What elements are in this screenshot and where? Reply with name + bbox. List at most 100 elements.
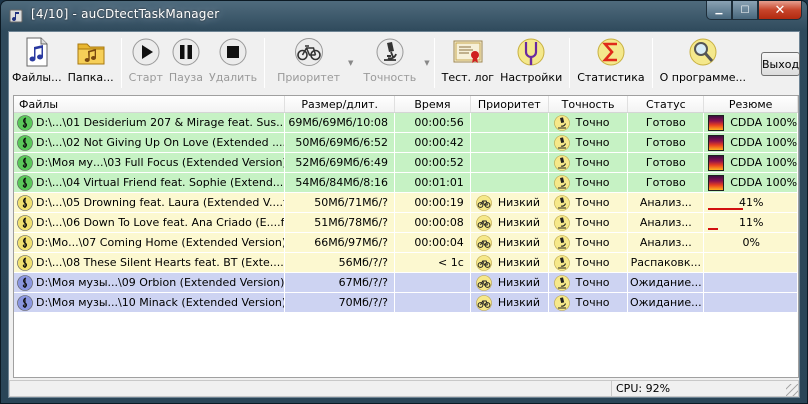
table-row[interactable]: D:\...\01 Desiderium 207 & Mirage feat. …: [14, 113, 798, 133]
microscope-icon: [553, 174, 570, 191]
app-window: [4/10] - auCDtectTaskManager ▁ ☐ ✕ Файлы…: [0, 0, 808, 404]
cell-time: 00:00:52: [395, 153, 471, 172]
cell-size: 50Мб/69Мб/6:52: [285, 133, 395, 152]
column-header-result[interactable]: Резюме: [704, 96, 799, 112]
cell-size: 52Мб/69Мб/6:49: [285, 153, 395, 172]
exit-button[interactable]: Выход: [761, 52, 801, 76]
window-title: [4/10] - auCDtectTaskManager: [31, 7, 220, 21]
microscope-icon: [553, 154, 570, 171]
task-list[interactable]: Файлы Размер/длит. Время Приоритет Точность С…: [13, 95, 799, 378]
microscope-icon: [553, 234, 570, 251]
close-button[interactable]: ✕: [758, 1, 802, 20]
pause-button[interactable]: Пауза: [166, 36, 206, 90]
files-button[interactable]: Файлы...: [9, 36, 65, 90]
cell-result: 0%: [704, 233, 798, 252]
table-row[interactable]: D:\Моя музы...\09 Orbion (Extended Versi…: [14, 273, 798, 293]
microscope-icon: [553, 294, 570, 311]
cell-priority: [471, 173, 549, 192]
cell-precision: Точно: [549, 193, 629, 212]
cell-precision: Точно: [549, 113, 629, 132]
minimize-button[interactable]: ▁: [706, 1, 732, 20]
cell-precision: Точно: [549, 153, 629, 172]
file-path: D:\Моя му...\03 Full Focus (Extended Ver…: [36, 156, 286, 169]
file-path: D:\...\05 Drowning feat. Laura (Extended…: [36, 196, 286, 209]
microscope-icon: [376, 38, 404, 66]
cell-priority: Низкий: [471, 213, 549, 232]
cell-status: Ожидание...: [628, 273, 705, 292]
table-row[interactable]: D:\...\08 These Silent Hearts feat. BT (…: [14, 253, 798, 273]
table-row[interactable]: D:\...\04 Virtual Friend feat. Sophie (E…: [14, 173, 798, 193]
play-icon: [132, 38, 160, 66]
microscope-icon: [553, 134, 570, 151]
file-path: D:\Мо...\07 Coming Home (Extended Versio…: [36, 236, 286, 249]
table-row[interactable]: D:\...\02 Not Giving Up On Love (Extende…: [14, 133, 798, 153]
cell-precision: Точно: [549, 253, 629, 272]
cell-result: CDDA 100%: [704, 173, 798, 192]
cell-file: D:\...\06 Down To Love feat. Ana Criado …: [14, 213, 286, 232]
resize-grip[interactable]: [786, 384, 798, 396]
about-button[interactable]: О программе...: [657, 36, 749, 90]
test-log-button[interactable]: Тест. лог: [439, 36, 497, 90]
cell-status: Анализ...: [628, 193, 705, 212]
column-header-precision[interactable]: Точность: [549, 96, 629, 112]
table-row[interactable]: D:\Моя музы...\10 Minack (Extended Versi…: [14, 293, 798, 313]
folder-button[interactable]: Папка...: [65, 36, 117, 90]
priority-value: Низкий: [497, 236, 541, 249]
column-header-priority[interactable]: Приоритет: [471, 96, 549, 112]
settings-button[interactable]: Настройки: [497, 36, 565, 90]
table-row[interactable]: D:\...\06 Down To Love feat. Ana Criado …: [14, 213, 798, 233]
maximize-button[interactable]: ☐: [732, 1, 758, 20]
toolbar-separator: [651, 38, 653, 88]
file-path: D:\...\08 These Silent Hearts feat. BT (…: [36, 256, 286, 269]
pause-icon: [172, 38, 200, 66]
precision-button[interactable]: Точность: [353, 36, 424, 90]
precision-value: Точно: [575, 216, 610, 229]
statistics-button[interactable]: Статистика: [574, 36, 647, 90]
cell-precision: Точно: [549, 213, 629, 232]
column-header-size[interactable]: Размер/длит.: [285, 96, 396, 112]
precision-value: Точно: [575, 196, 610, 209]
column-header-time[interactable]: Время: [395, 96, 471, 112]
progress-value: 11%: [738, 216, 764, 229]
stop-icon: [219, 38, 247, 66]
cell-time: [395, 273, 471, 292]
column-header-status[interactable]: Статус: [628, 96, 705, 112]
list-body: D:\...\01 Desiderium 207 & Mirage feat. …: [14, 113, 798, 313]
column-header-files[interactable]: Файлы: [14, 96, 286, 112]
table-row[interactable]: D:\Мо...\07 Coming Home (Extended Versio…: [14, 233, 798, 253]
cell-result: CDDA 100%: [704, 113, 798, 132]
priority-value: Низкий: [497, 196, 541, 209]
precision-value: Точно: [575, 176, 610, 189]
precision-dropdown-arrow[interactable]: ▼: [424, 36, 429, 90]
cell-result: [704, 273, 798, 292]
priority-value: Низкий: [497, 256, 541, 269]
music-file-icon: [26, 37, 48, 67]
cell-status: Анализ...: [628, 233, 705, 252]
maximize-icon: ☐: [740, 4, 750, 16]
magnifier-icon: [689, 38, 717, 66]
title-bar[interactable]: [4/10] - auCDtectTaskManager ▁ ☐ ✕: [1, 1, 807, 31]
cell-status: Готово: [628, 173, 705, 192]
cpu-usage: CPU: 92%: [611, 380, 799, 397]
table-row[interactable]: D:\Моя му...\03 Full Focus (Extended Ver…: [14, 153, 798, 173]
cell-status: Распаковк...: [628, 253, 705, 272]
spectrogram-icon: [708, 154, 725, 171]
priority-button[interactable]: Приоритет: [269, 36, 348, 90]
cell-result: CDDA 100%: [704, 153, 798, 172]
music-note-icon: [17, 274, 33, 291]
music-note-icon: [17, 294, 33, 311]
music-note-icon: [17, 114, 33, 131]
music-note-icon: [17, 254, 33, 271]
table-row[interactable]: D:\...\05 Drowning feat. Laura (Extended…: [14, 193, 798, 213]
cell-status: Готово: [628, 113, 705, 132]
start-button[interactable]: Старт: [126, 36, 166, 90]
microscope-icon: [553, 214, 570, 231]
music-note-icon: [17, 194, 33, 211]
bicycle-icon: [294, 38, 323, 66]
cell-priority: Низкий: [471, 293, 549, 312]
client-area: Файлы... Папка... Старт Пауза Удалить Пр…: [8, 31, 801, 398]
delete-button[interactable]: Удалить: [206, 36, 260, 90]
cell-file: D:\Мо...\07 Coming Home (Extended Versio…: [14, 233, 286, 252]
cell-time: < 1c: [395, 253, 471, 272]
microscope-icon: [553, 194, 570, 211]
